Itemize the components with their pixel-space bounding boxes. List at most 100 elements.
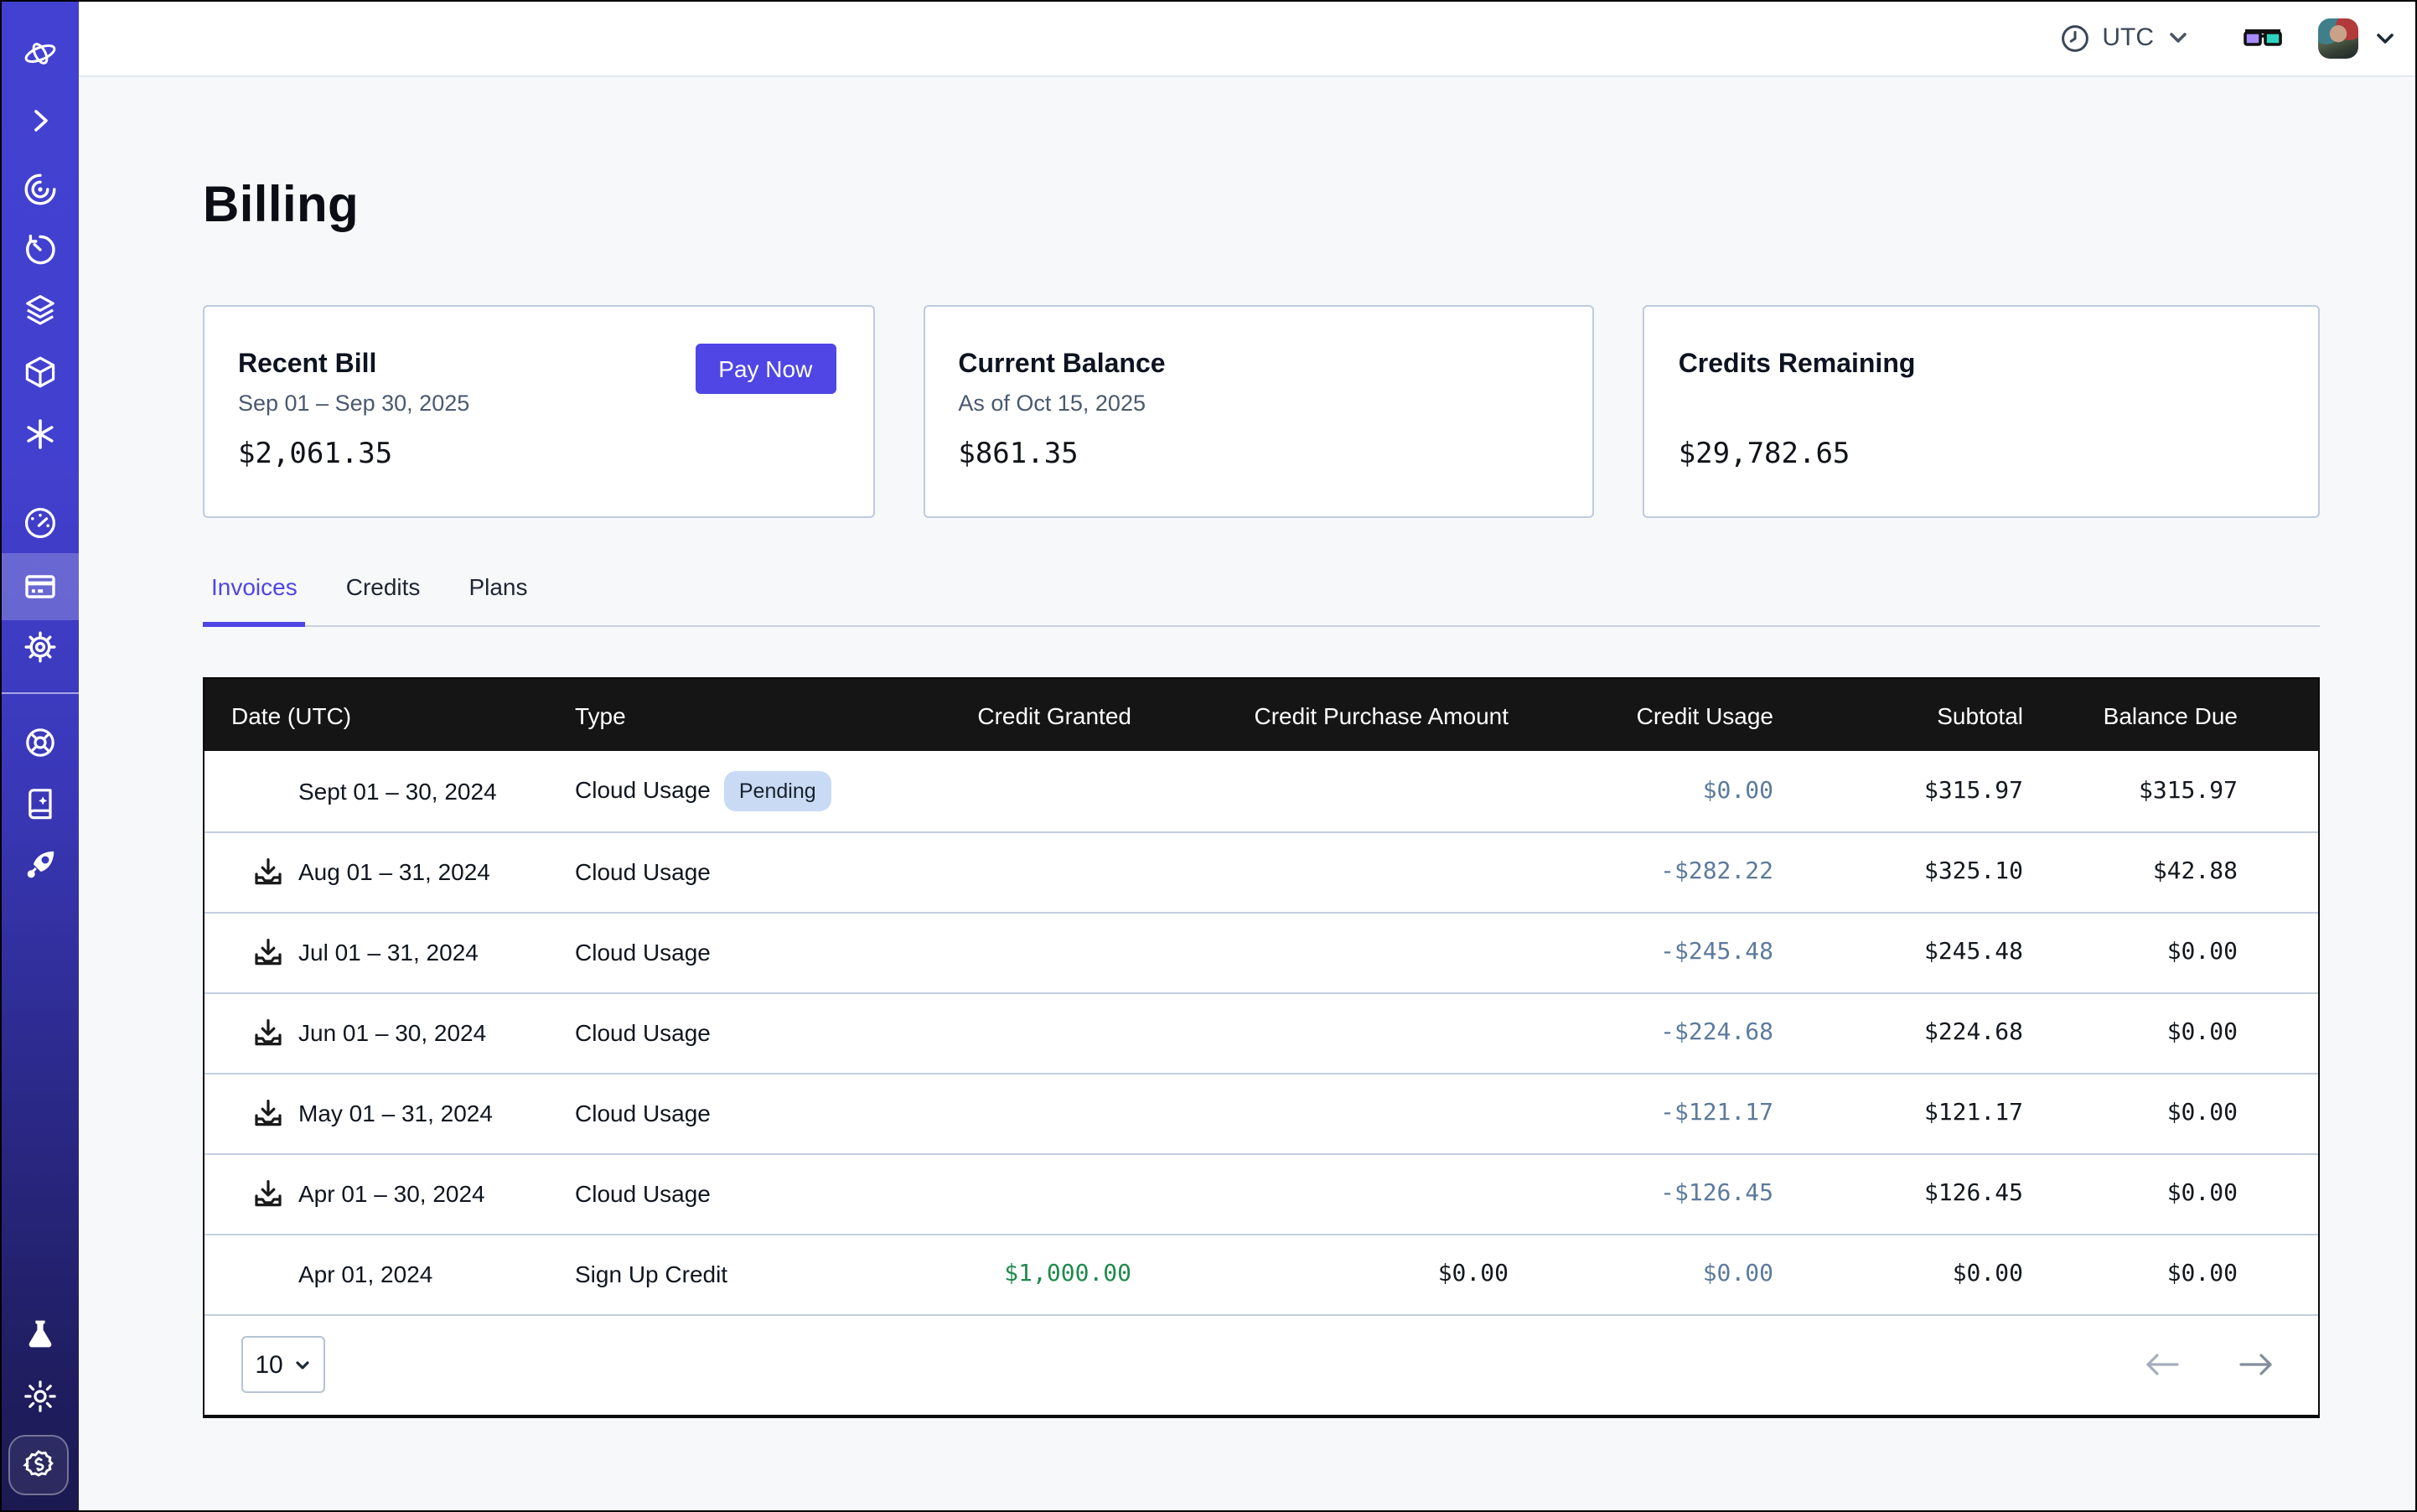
pagination: 10 <box>204 1315 2318 1414</box>
credit-granted-value <box>910 831 1131 912</box>
topbar: UTC <box>79 0 2417 77</box>
sun-icon[interactable] <box>0 1378 79 1415</box>
next-page-button[interactable] <box>2238 1353 2275 1376</box>
invoice-row: Aug 01 – 31, 2024Cloud Usage-$282.22$325… <box>204 831 2318 912</box>
credit-granted-value: $1,000.00 <box>910 1234 1131 1314</box>
download-invoice-button[interactable] <box>251 1177 285 1210</box>
invoice-row: Jun 01 – 30, 2024 Cloud Usage -$224.68$224… <box>204 992 2318 1073</box>
glasses-icon <box>2241 21 2285 54</box>
cube-icon[interactable] <box>0 354 79 391</box>
card-title: Current Balance <box>958 350 1555 381</box>
reader-glasses-button[interactable] <box>2241 21 2285 54</box>
balance-due-value: $0.00 <box>2023 1073 2318 1153</box>
credit-usage-value: -$224.68 <box>1509 992 1773 1073</box>
column-header: Subtotal <box>1773 679 2023 751</box>
pay-now-button[interactable]: Pay Now <box>695 344 836 394</box>
card-amount: $861.35 <box>958 438 1555 471</box>
balance-due-value: $0.00 <box>2023 1153 2318 1234</box>
sidebar-item-billing[interactable] <box>0 553 79 620</box>
subtotal-value: $126.45 <box>1773 1153 2023 1234</box>
credit-granted-value <box>910 1153 1131 1234</box>
download-slot-empty <box>251 1257 285 1291</box>
user-avatar[interactable] <box>2318 18 2358 58</box>
credit-purchase-amount-value <box>1131 992 1509 1073</box>
credit-purchase-amount-value <box>1131 831 1509 912</box>
tab-invoices[interactable]: Invoices <box>203 573 306 627</box>
previous-page-button[interactable] <box>2144 1353 2181 1376</box>
credit-purchase-amount-value <box>1131 1073 1509 1153</box>
sidebar-expand-chevron-right-icon[interactable] <box>0 102 79 139</box>
invoice-row: Apr 01, 2024Sign Up Credit$1,000.00$0.00… <box>204 1234 2318 1314</box>
download-invoice-button[interactable] <box>251 855 285 888</box>
logo-orbit-icon[interactable] <box>0 35 79 72</box>
column-header: Type <box>575 679 910 751</box>
download-invoice-button[interactable] <box>251 1016 285 1049</box>
invoice-date: Apr 01 – 30, 2024 <box>298 1180 485 1207</box>
column-header: Credit Purchase Amount <box>1131 679 1509 751</box>
column-header: Credit Granted <box>910 679 1131 751</box>
table-body: Sept 01 – 30, 2024Cloud UsagePending$0.0… <box>204 751 2318 1314</box>
radar-spiral-icon[interactable] <box>0 171 79 208</box>
table-header-row: Date (UTC)TypeCredit GrantedCredit Purch… <box>204 679 2318 751</box>
download-icon <box>251 1096 285 1130</box>
billing-page: Billing Recent Bill Sep 01 – Sep 30, 202… <box>79 77 2417 1512</box>
balance-due-value: $42.88 <box>2023 831 2318 912</box>
history-timer-icon[interactable] <box>0 231 79 268</box>
chevron-down-icon <box>293 1355 312 1374</box>
credit-purchase-amount-value <box>1131 912 1509 992</box>
credit-usage-value: -$245.48 <box>1509 912 1773 992</box>
credit-usage-value: $0.00 <box>1509 1234 1773 1314</box>
docs-book-icon[interactable] <box>0 784 79 821</box>
invoice-type: Cloud Usage <box>575 1019 711 1046</box>
gauge-icon[interactable] <box>0 505 79 541</box>
summary-cards: Recent Bill Sep 01 – Sep 30, 2025 $2,061… <box>203 305 2320 518</box>
invoice-type: Cloud Usage <box>575 858 711 885</box>
billing-card-icon <box>21 568 58 605</box>
flask-icon[interactable] <box>0 1316 79 1353</box>
tab-plans[interactable]: Plans <box>460 573 536 625</box>
invoice-date: Jun 01 – 30, 2024 <box>298 1019 486 1046</box>
helm-wheel-icon[interactable] <box>0 724 79 761</box>
invoice-row: Jul 01 – 31, 2024Cloud Usage-$245.48$245… <box>204 912 2318 992</box>
settings-gear-icon[interactable] <box>0 629 79 665</box>
clock-icon <box>2060 23 2090 53</box>
subtotal-value: $121.17 <box>1773 1073 2023 1153</box>
download-icon <box>251 935 285 969</box>
download-invoice-button[interactable] <box>251 1096 285 1130</box>
layers-icon[interactable] <box>0 292 79 329</box>
asterisk-icon[interactable] <box>0 416 79 453</box>
card-subtitle: As of Oct 15, 2025 <box>958 391 1555 417</box>
page-size-value: 10 <box>255 1350 282 1379</box>
credits-coin-button[interactable] <box>8 1435 69 1495</box>
invoice-row: Apr 01 – 30, 2024Cloud Usage-$126.45$126… <box>204 1153 2318 1234</box>
subtotal-value: $325.10 <box>1773 831 2023 912</box>
credit-usage-value: -$282.22 <box>1509 831 1773 912</box>
balance-due-value: $0.00 <box>2023 1234 2318 1314</box>
invoice-type: Sign Up Credit <box>575 1261 727 1287</box>
download-icon <box>251 1016 285 1049</box>
page-size-select[interactable]: 10 <box>241 1336 325 1393</box>
timezone-label: UTC <box>2102 23 2154 52</box>
column-header: Date (UTC) <box>204 679 575 751</box>
subtotal-value: $0.00 <box>1773 1234 2023 1314</box>
chevron-down-icon <box>2166 25 2191 50</box>
invoice-date: May 01 – 31, 2024 <box>298 1100 493 1126</box>
status-badge: Pending <box>724 770 831 811</box>
download-icon <box>251 1177 285 1210</box>
download-slot-empty <box>251 774 285 808</box>
invoice-date: Jul 01 – 31, 2024 <box>298 939 479 966</box>
balance-due-value: $0.00 <box>2023 912 2318 992</box>
download-icon <box>251 855 285 888</box>
credit-granted-value <box>910 912 1131 992</box>
rocket-icon[interactable] <box>0 847 79 883</box>
tab-credits[interactable]: Credits <box>338 573 429 625</box>
user-menu-chevron-icon[interactable] <box>2372 24 2399 51</box>
subtotal-value: $224.68 <box>1773 992 2023 1073</box>
invoice-type: Cloud Usage <box>575 1100 711 1126</box>
credit-purchase-amount-value: $0.00 <box>1131 1234 1509 1314</box>
column-header: Balance Due <box>2023 679 2318 751</box>
timezone-selector[interactable]: UTC <box>2060 23 2191 53</box>
download-invoice-button[interactable] <box>251 935 285 969</box>
balance-due-value: $315.97 <box>2023 751 2318 831</box>
card-amount: $29,782.65 <box>1679 438 2281 471</box>
